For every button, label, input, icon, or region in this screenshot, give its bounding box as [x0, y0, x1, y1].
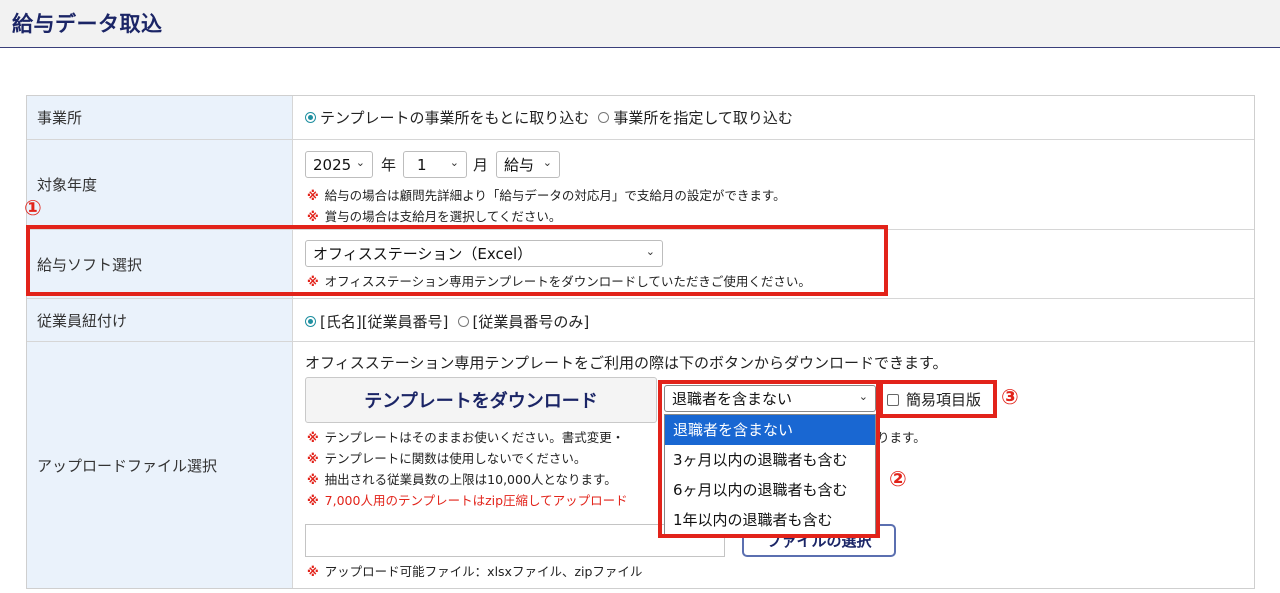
pay-type-value: 給与 [504, 156, 535, 174]
office-specify-label[interactable]: 事業所を指定して取り込む [613, 109, 793, 127]
office-template-radio[interactable] [305, 112, 316, 123]
year-select[interactable]: 2025 ⌄ [305, 151, 373, 178]
retired-option[interactable]: 6ヶ月以内の退職者も含む [665, 475, 875, 505]
retired-option[interactable]: 退職者を含まない [665, 415, 875, 445]
month-value: 1 [417, 155, 427, 174]
month-unit: 月 [473, 156, 489, 174]
link-number-only-radio[interactable] [457, 316, 469, 327]
software-note: ※ オフィスステーション専用テンプレートをダウンロードしていただきご使用ください。 [307, 274, 811, 289]
month-select[interactable]: 1 ⌄ [403, 151, 467, 178]
year-unit: 年 [381, 156, 397, 174]
employee-link-label: 従業員紐付け [27, 299, 293, 341]
pay-type-select[interactable]: 給与 ⌄ [496, 151, 560, 178]
row-office: 事業所 テンプレートの事業所をもとに取り込む 事業所を指定して取り込む [27, 96, 1254, 140]
upload-note-2: ※ テンプレートに関数は使用しないでください。 [307, 451, 587, 466]
chevron-down-icon: ⌄ [449, 156, 459, 169]
software-value: オフィスステーション（Excel） [313, 245, 533, 263]
software-label: 給与ソフト選択 [27, 230, 293, 298]
marker-three: ③ [1001, 385, 1019, 409]
simple-version-checkbox-group[interactable]: 簡易項目版 [887, 389, 981, 410]
row-software: 給与ソフト選択 オフィスステーション（Excel） ⌄ ※ オフィスステーション専用… [27, 230, 1254, 299]
office-template-label[interactable]: テンプレートの事業所をもとに取り込む [320, 109, 589, 127]
chevron-down-icon: ⌄ [645, 245, 655, 258]
simple-version-checkbox[interactable] [887, 393, 899, 406]
period-note-1: ※ 給与の場合は顧問先詳細より「給与データの対応月」で支給月の設定ができます。 [307, 188, 786, 203]
upload-note-1: ※ テンプレートはそのままお使いください。書式変更・ ります。 [307, 430, 926, 445]
office-label: 事業所 [27, 96, 293, 139]
page-header: 給与データ取込 [0, 0, 1280, 48]
upload-note-4: ※ 7,000人用のテンプレートはzip圧縮してアップロード [307, 493, 628, 508]
link-name-number-label[interactable]: [氏名][従業員番号] [320, 313, 448, 331]
chevron-down-icon: ⌄ [355, 156, 365, 169]
year-value: 2025 [313, 155, 352, 174]
retired-option[interactable]: 1年以内の退職者も含む [665, 505, 875, 535]
file-name-field[interactable] [305, 524, 725, 557]
import-form-table: 事業所 テンプレートの事業所をもとに取り込む 事業所を指定して取り込む 対象年度… [26, 95, 1255, 589]
marker-one: ① [24, 196, 42, 220]
link-number-only-label[interactable]: [従業員番号のみ] [473, 313, 590, 331]
simple-version-label[interactable]: 簡易項目版 [906, 391, 981, 409]
software-select[interactable]: オフィスステーション（Excel） ⌄ [305, 240, 663, 267]
row-employee-link: 従業員紐付け [氏名][従業員番号] [従業員番号のみ] [27, 299, 1254, 342]
upload-label: アップロードファイル選択 [27, 342, 293, 588]
retired-dropdown-list: 退職者を含まない 3ヶ月以内の退職者も含む 6ヶ月以内の退職者も含む 1年以内の… [664, 414, 876, 536]
office-specify-radio[interactable] [598, 112, 610, 123]
retired-select[interactable]: 退職者を含まない ⌄ [664, 385, 876, 412]
marker-two: ② [889, 467, 907, 491]
upload-note-3: ※ 抽出される従業員数の上限は10,000人となります。 [307, 472, 617, 487]
download-template-button[interactable]: テンプレートをダウンロード [305, 377, 657, 423]
retired-option[interactable]: 3ヶ月以内の退職者も含む [665, 445, 875, 475]
chevron-down-icon: ⌄ [858, 390, 868, 403]
link-name-number-radio[interactable] [305, 316, 316, 327]
chevron-down-icon: ⌄ [542, 156, 552, 169]
retired-select-value: 退職者を含まない [672, 390, 793, 408]
period-label: 対象年度 [27, 140, 293, 229]
page-title: 給与データ取込 [12, 12, 163, 36]
period-note-2: ※ 賞与の場合は支給月を選択してください。 [307, 209, 562, 224]
upload-intro: オフィスステーション専用テンプレートをご利用の際は下のボタンからダウンロードでき… [305, 354, 948, 372]
file-note: ※ アップロード可能ファイル：xlsxファイル、zipファイル [307, 564, 643, 579]
row-period: 対象年度 2025 ⌄ 年 1 ⌄ 月 給与 ⌄ ※ 給与の場合は顧問先詳細より「給与デ… [27, 140, 1254, 230]
